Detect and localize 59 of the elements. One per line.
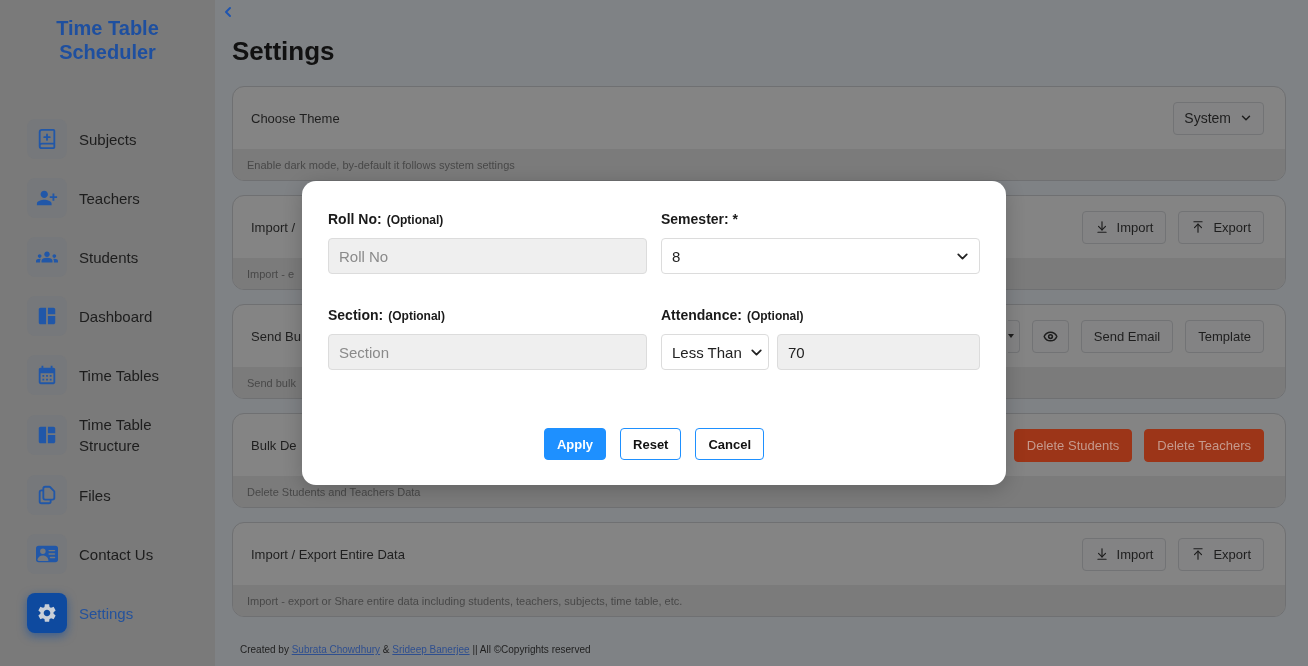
dashboard-icon — [27, 296, 67, 336]
action-button[interactable]: Send Email — [1080, 319, 1174, 353]
field-label: Roll No: — [328, 211, 382, 227]
import-button[interactable]: Import — [1081, 210, 1167, 244]
import-button[interactable]: Import — [1081, 537, 1167, 571]
upload-icon — [1191, 547, 1206, 561]
users-icon — [27, 237, 67, 277]
sidebar-item[interactable]: Teachers — [27, 178, 140, 218]
dropdown-select[interactable] — [1007, 319, 1020, 353]
contact-card-icon — [27, 534, 67, 574]
card-title: Choose Theme — [251, 110, 340, 126]
delete-button[interactable]: Delete Students — [1013, 428, 1133, 462]
optional-hint: (Optional) — [386, 213, 444, 227]
export-button[interactable]: Export — [1178, 537, 1264, 571]
input-field[interactable]: Section — [328, 334, 647, 370]
download-icon — [1094, 547, 1109, 561]
settings-icon — [27, 593, 67, 633]
card-title: Import / Export Entire Data — [251, 546, 405, 562]
calendar-icon — [27, 355, 67, 395]
apply-button[interactable]: Apply — [543, 428, 607, 460]
author-link[interactable]: Srideep Banerjee — [392, 644, 470, 655]
semester-select[interactable]: 8 — [661, 238, 980, 274]
sidebar-item[interactable]: Contact Us — [27, 534, 154, 574]
theme-select[interactable]: System — [1173, 101, 1264, 135]
sidebar-item[interactable]: Students — [27, 237, 139, 277]
dashboard-icon — [27, 415, 67, 455]
files-icon — [27, 475, 67, 515]
field-label: Attendance: — [661, 307, 742, 323]
footer-text: Created by Subrata Chowdhury & Srideep Banerjee || All ©Copyrights reserved — [240, 644, 592, 656]
dialog-button[interactable]: Cancel — [695, 428, 765, 460]
eye-icon — [1042, 328, 1058, 344]
book-plus-icon — [27, 119, 67, 159]
card-title: Send Bu — [251, 328, 301, 344]
attendance-field[interactable]: 70 — [777, 334, 980, 370]
author-link[interactable]: Subrata Chowdhury — [291, 644, 381, 655]
dialog-button[interactable]: Reset — [620, 428, 682, 460]
delete-button[interactable]: Delete Teachers — [1144, 428, 1264, 462]
app-title: Time Table Scheduler — [55, 16, 160, 64]
field-label: Section: — [328, 307, 384, 323]
export-button[interactable]: Export — [1178, 210, 1264, 244]
sidebar-item[interactable]: Dashboard — [27, 296, 153, 336]
upload-icon — [1191, 220, 1206, 234]
download-icon — [1094, 220, 1109, 234]
sidebar-item[interactable]: Time Tables — [27, 355, 160, 395]
input-field[interactable]: Roll No — [328, 238, 647, 274]
action-button[interactable]: Template — [1185, 319, 1264, 353]
optional-hint: (Optional) — [388, 309, 445, 323]
sidebar-item[interactable]: Time Table Structure — [27, 414, 171, 456]
caret-icon — [1007, 334, 1014, 338]
page-title: Settings — [232, 36, 336, 66]
sidebar-item[interactable]: Files — [27, 475, 111, 515]
card-title: Import / — [251, 219, 296, 235]
sidebar-item[interactable]: Subjects — [27, 119, 137, 159]
preview-button[interactable] — [1031, 319, 1069, 353]
user-plus-icon — [27, 178, 67, 218]
optional-hint: (Optional) — [746, 309, 804, 323]
comparison-select[interactable]: Less Than — [661, 334, 769, 370]
card-title: Bulk De — [251, 437, 297, 453]
field-label: Semester: * — [661, 211, 739, 227]
